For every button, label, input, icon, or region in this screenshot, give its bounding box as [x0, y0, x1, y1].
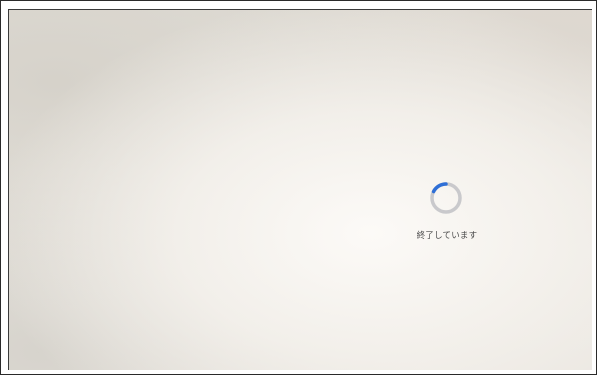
spinner-graphic: [430, 182, 462, 214]
photo-frame: 終了しています: [0, 0, 597, 375]
loading-spinner-icon: [428, 180, 464, 216]
shutdown-screen: 終了しています: [8, 9, 592, 370]
shutdown-status-text: 終了しています: [416, 231, 478, 241]
spinner-arc: [431, 182, 448, 194]
